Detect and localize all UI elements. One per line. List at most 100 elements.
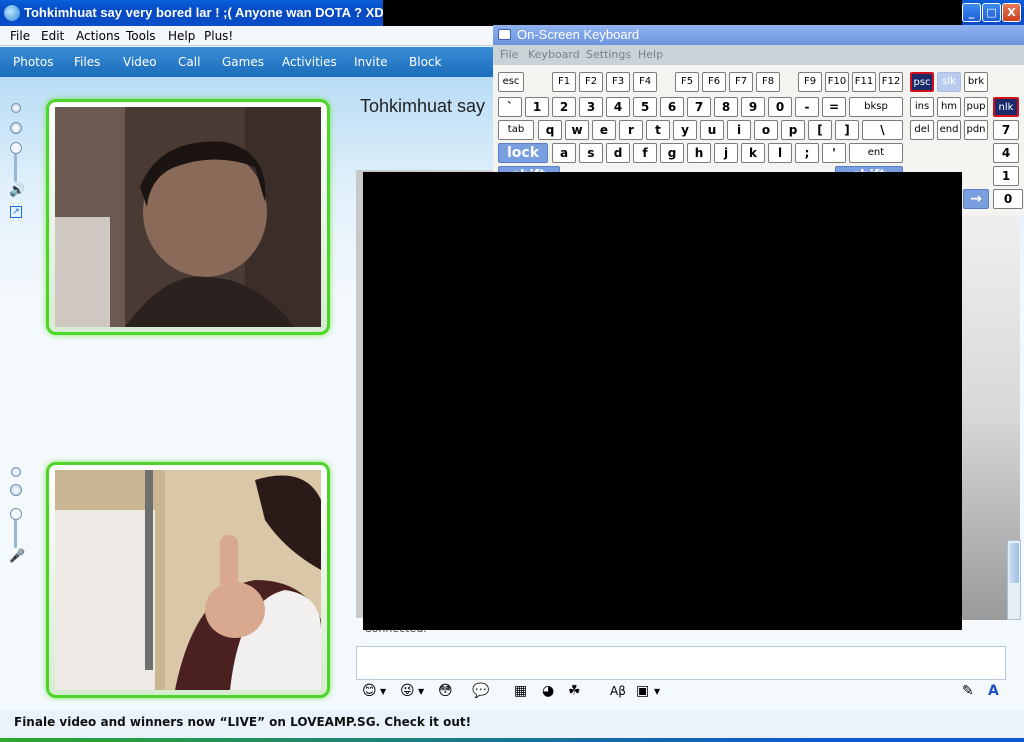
key-7[interactable]: 7 — [687, 97, 711, 117]
ad-banner[interactable]: Finale video and winners now “LIVE” on L… — [14, 715, 471, 729]
key-f11[interactable]: F11 — [852, 72, 876, 92]
key-g[interactable]: g — [660, 143, 684, 163]
key-pup[interactable]: pup — [964, 97, 988, 117]
key-end[interactable]: end — [937, 120, 961, 140]
key-5[interactable]: 5 — [633, 97, 657, 117]
key-hm[interactable]: hm — [937, 97, 961, 117]
key-a[interactable]: a — [552, 143, 576, 163]
key-e[interactable]: e — [592, 120, 616, 140]
mic-slider-knob[interactable] — [10, 508, 22, 520]
key-4[interactable]: 4 — [606, 97, 630, 117]
key-f7[interactable]: F7 — [729, 72, 753, 92]
key-ins[interactable]: ins — [910, 97, 934, 117]
volume-slider-knob[interactable] — [10, 142, 22, 154]
key-pdn[interactable]: pdn — [964, 120, 988, 140]
webcam-icon[interactable] — [10, 484, 22, 496]
key-esc[interactable]: esc — [498, 72, 524, 92]
key-3[interactable]: 3 — [579, 97, 603, 117]
text-color-icon[interactable]: A — [988, 683, 999, 699]
plugin-icon[interactable]: ☘ — [568, 683, 581, 699]
key-s[interactable]: s — [579, 143, 603, 163]
minimize-button[interactable]: _ — [962, 3, 981, 22]
message-input[interactable] — [356, 646, 1006, 680]
key-rbracket[interactable]: ] — [835, 120, 859, 140]
key-f4[interactable]: F4 — [633, 72, 657, 92]
toolbar-games[interactable]: Games — [222, 55, 264, 69]
toolbar-invite[interactable]: Invite — [354, 55, 388, 69]
key-d[interactable]: d — [606, 143, 630, 163]
key-minus[interactable]: - — [795, 97, 819, 117]
toolbar-block[interactable]: Block — [409, 55, 441, 69]
key-f[interactable]: f — [633, 143, 657, 163]
key-f10[interactable]: F10 — [825, 72, 849, 92]
key-caps-lock[interactable]: lock — [498, 143, 548, 163]
toolbar-activities[interactable]: Activities — [282, 55, 337, 69]
menu-tools[interactable]: Tools — [126, 29, 156, 43]
key-6[interactable]: 6 — [660, 97, 684, 117]
key-w[interactable]: w — [565, 120, 589, 140]
key-f1[interactable]: F1 — [552, 72, 576, 92]
key-enter[interactable]: ent — [849, 143, 903, 163]
key-tab[interactable]: tab — [498, 120, 534, 140]
key-numpad-7[interactable]: 7 — [993, 120, 1019, 140]
osk-menu-keyboard[interactable]: Keyboard — [528, 48, 580, 61]
osk-menu-file[interactable]: File — [500, 48, 518, 61]
toolbar-files[interactable]: Files — [74, 55, 100, 69]
popout-icon[interactable]: ↗ — [10, 206, 22, 218]
history-scrollbar[interactable] — [1007, 540, 1021, 620]
key-numpad-4[interactable]: 4 — [993, 143, 1019, 163]
key-numpad-0[interactable]: 0 — [993, 189, 1023, 209]
key-f3[interactable]: F3 — [606, 72, 630, 92]
key-quote[interactable]: ' — [822, 143, 846, 163]
background-icon[interactable]: ▦ — [514, 683, 527, 699]
key-semicolon[interactable]: ; — [795, 143, 819, 163]
menu-help[interactable]: Help — [168, 29, 195, 43]
toolbar-video[interactable]: Video — [123, 55, 157, 69]
scrollbar-thumb[interactable] — [1009, 543, 1019, 583]
collapse-toggle-icon[interactable] — [11, 467, 21, 477]
image-icon[interactable]: ▣ — [636, 683, 649, 699]
toolbar-photos[interactable]: Photos — [13, 55, 53, 69]
key-del[interactable]: del — [910, 120, 934, 140]
key-o[interactable]: o — [754, 120, 778, 140]
key-f12[interactable]: F12 — [879, 72, 903, 92]
key-0[interactable]: 0 — [768, 97, 792, 117]
key-backtick[interactable]: ` — [498, 97, 522, 117]
key-brk[interactable]: brk — [964, 72, 988, 92]
menu-file[interactable]: File — [10, 29, 30, 43]
key-f5[interactable]: F5 — [675, 72, 699, 92]
sound-icon[interactable]: ◕ — [542, 683, 554, 699]
key-nlk[interactable]: nlk — [993, 97, 1019, 117]
key-f8[interactable]: F8 — [756, 72, 780, 92]
emoticon-icon[interactable]: 😊 — [362, 683, 377, 699]
handwriting-icon[interactable]: ✎ — [962, 683, 974, 699]
menu-plus[interactable]: Plus! — [204, 29, 233, 43]
webcam-icon[interactable] — [10, 122, 22, 134]
key-backslash[interactable]: \ — [862, 120, 903, 140]
key-psc[interactable]: psc — [910, 72, 934, 92]
chevron-down-icon[interactable]: ▼ — [654, 687, 660, 696]
microphone-icon[interactable]: 🎤 — [9, 550, 25, 564]
key-8[interactable]: 8 — [714, 97, 738, 117]
osk-menu-settings[interactable]: Settings — [586, 48, 631, 61]
key-numpad-1[interactable]: 1 — [993, 166, 1019, 186]
key-9[interactable]: 9 — [741, 97, 765, 117]
osk-menu-help[interactable]: Help — [638, 48, 663, 61]
key-bksp[interactable]: bksp — [849, 97, 903, 117]
voice-clip-icon[interactable]: 💬 — [472, 683, 489, 699]
key-p[interactable]: p — [781, 120, 805, 140]
maximize-button[interactable]: □ — [982, 3, 1001, 22]
key-k[interactable]: k — [741, 143, 765, 163]
key-i[interactable]: i — [727, 120, 751, 140]
key-equals[interactable]: = — [822, 97, 846, 117]
key-h[interactable]: h — [687, 143, 711, 163]
chevron-down-icon[interactable]: ▼ — [380, 687, 386, 696]
key-f6[interactable]: F6 — [702, 72, 726, 92]
nudge-icon[interactable]: 😳 — [438, 683, 453, 699]
font-icon[interactable]: Aβ — [610, 684, 626, 698]
toolbar-call[interactable]: Call — [178, 55, 200, 69]
collapse-toggle-icon[interactable] — [11, 103, 21, 113]
menu-actions[interactable]: Actions — [76, 29, 120, 43]
key-slk[interactable]: slk — [937, 72, 961, 92]
close-button[interactable]: X — [1002, 3, 1021, 22]
